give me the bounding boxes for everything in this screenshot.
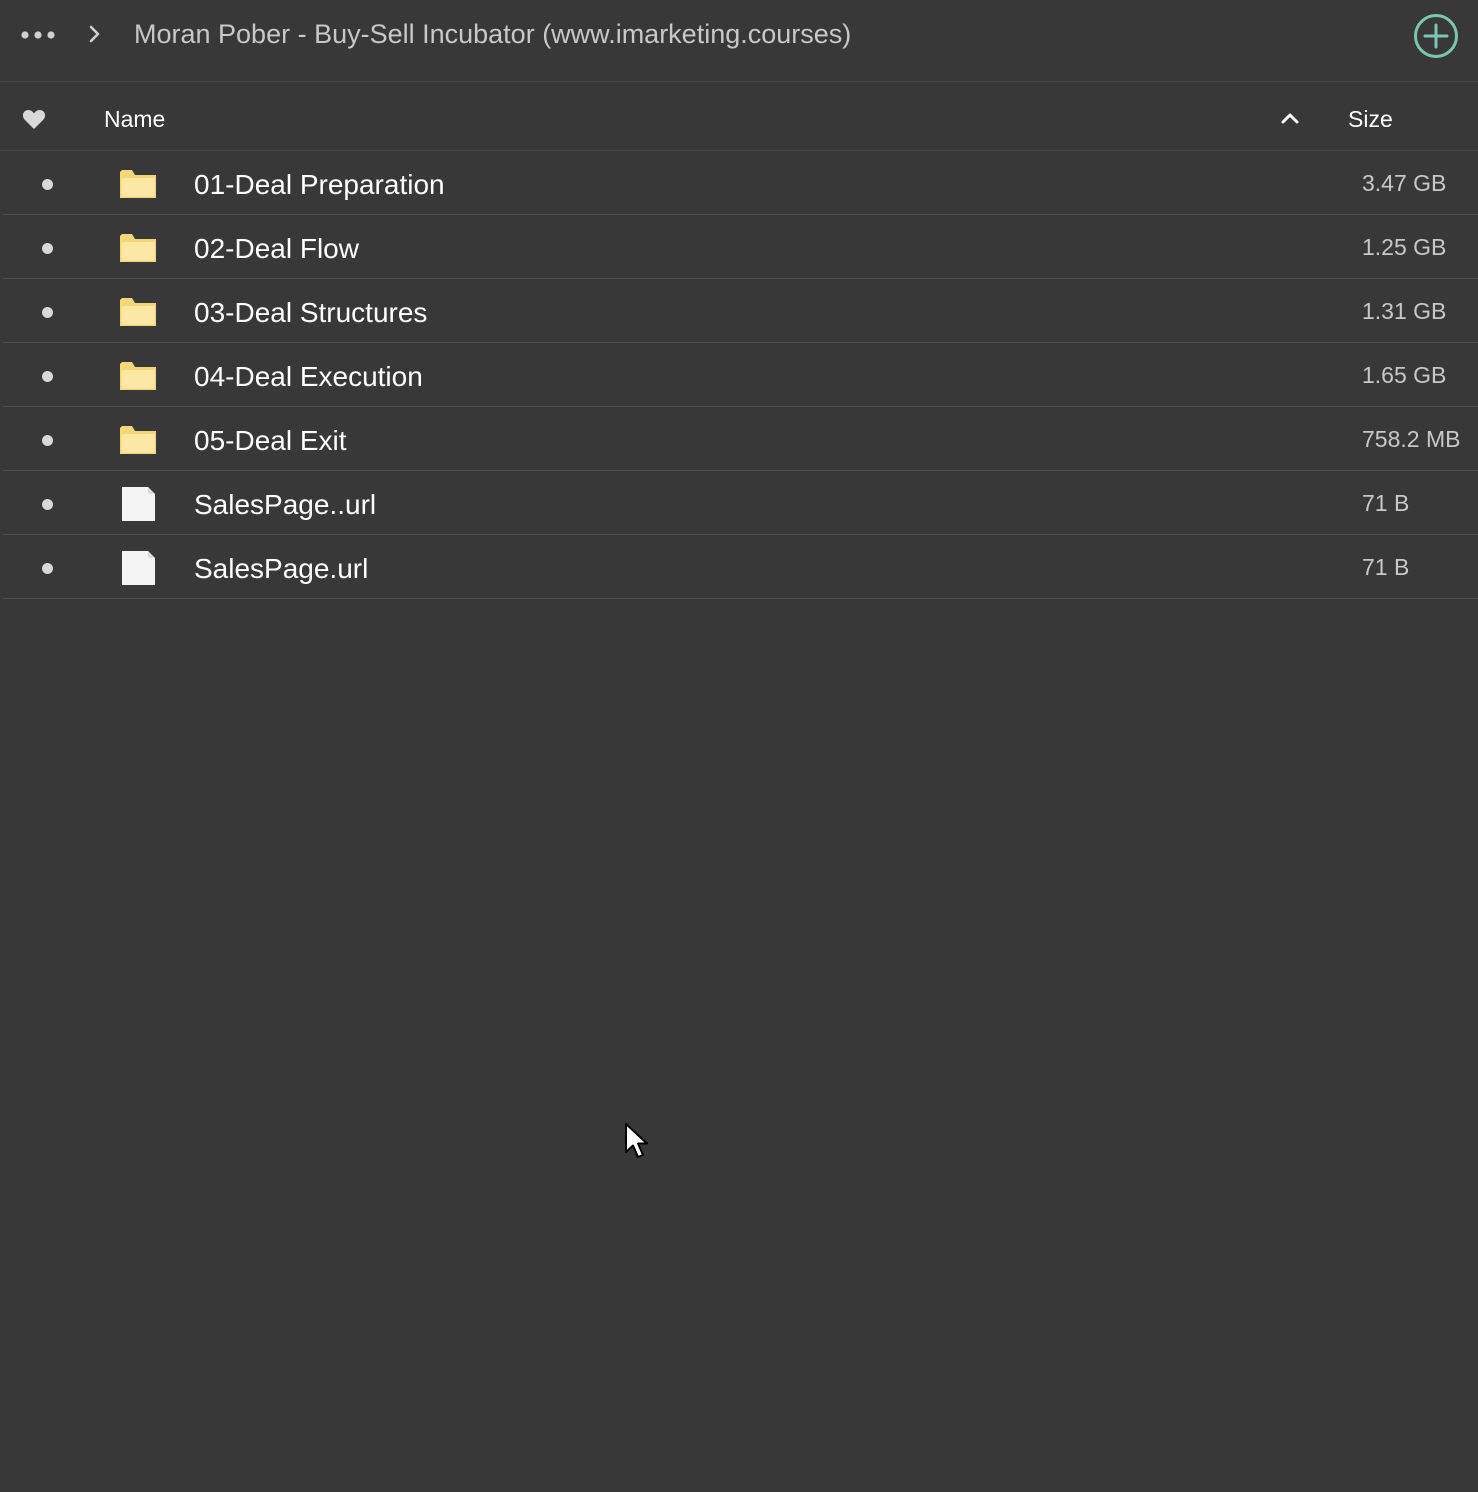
file-size: 758.2 MB	[1362, 426, 1461, 452]
file-name[interactable]: SalesPage..url	[194, 487, 376, 523]
file-size: 1.65 GB	[1362, 362, 1447, 388]
file-row[interactable]: 04-Deal Execution 1.65 GB	[0, 343, 1478, 407]
file-row[interactable]: 01-Deal Preparation 3.47 GB	[0, 151, 1478, 215]
file-row[interactable]: 02-Deal Flow 1.25 GB	[0, 215, 1478, 279]
file-size: 1.25 GB	[1362, 234, 1447, 260]
file-name[interactable]: SalesPage.url	[194, 551, 368, 587]
select-dot[interactable]	[42, 499, 53, 510]
select-dot[interactable]	[42, 563, 53, 574]
folder-icon	[120, 234, 156, 262]
top-bar: Moran Pober - Buy-Sell Incubator (www.im…	[0, 0, 1478, 82]
file-name[interactable]: 04-Deal Execution	[194, 359, 423, 395]
file-size: 71 B	[1362, 490, 1410, 516]
file-icon	[122, 551, 155, 585]
heart-icon[interactable]	[22, 108, 46, 130]
file-size: 71 B	[1362, 554, 1410, 580]
column-header-name[interactable]: Name	[104, 104, 165, 134]
folder-icon	[120, 170, 156, 198]
file-row[interactable]: 03-Deal Structures 1.31 GB	[0, 279, 1478, 343]
file-name[interactable]: 03-Deal Structures	[194, 295, 427, 331]
table-header: Name Size	[0, 82, 1478, 151]
chevron-right-icon	[89, 25, 100, 43]
file-list: 01-Deal Preparation 3.47 GB 02-Deal Flow…	[0, 151, 1478, 599]
folder-icon	[120, 298, 156, 326]
folder-icon	[120, 426, 156, 454]
file-icon	[122, 487, 155, 521]
file-row[interactable]: SalesPage.url 71 B	[0, 535, 1478, 599]
select-dot[interactable]	[42, 243, 53, 254]
select-dot[interactable]	[42, 435, 53, 446]
select-dot[interactable]	[42, 371, 53, 382]
breadcrumb-current-folder[interactable]: Moran Pober - Buy-Sell Incubator (www.im…	[134, 16, 851, 52]
file-name[interactable]: 01-Deal Preparation	[194, 167, 445, 203]
select-dot[interactable]	[42, 307, 53, 318]
column-header-size[interactable]: Size	[1348, 104, 1393, 134]
file-name[interactable]: 05-Deal Exit	[194, 423, 347, 459]
file-row[interactable]: 05-Deal Exit 758.2 MB	[0, 407, 1478, 471]
file-size: 3.47 GB	[1362, 170, 1447, 196]
file-name[interactable]: 02-Deal Flow	[194, 231, 359, 267]
mouse-pointer-icon	[625, 1123, 648, 1158]
select-dot[interactable]	[42, 179, 53, 190]
more-dots-icon[interactable]	[20, 24, 56, 46]
plus-circle-icon[interactable]	[1412, 12, 1460, 60]
file-row[interactable]: SalesPage..url 71 B	[0, 471, 1478, 535]
file-size: 1.31 GB	[1362, 298, 1447, 324]
chevron-up-icon[interactable]	[1278, 110, 1302, 126]
folder-icon	[120, 362, 156, 390]
